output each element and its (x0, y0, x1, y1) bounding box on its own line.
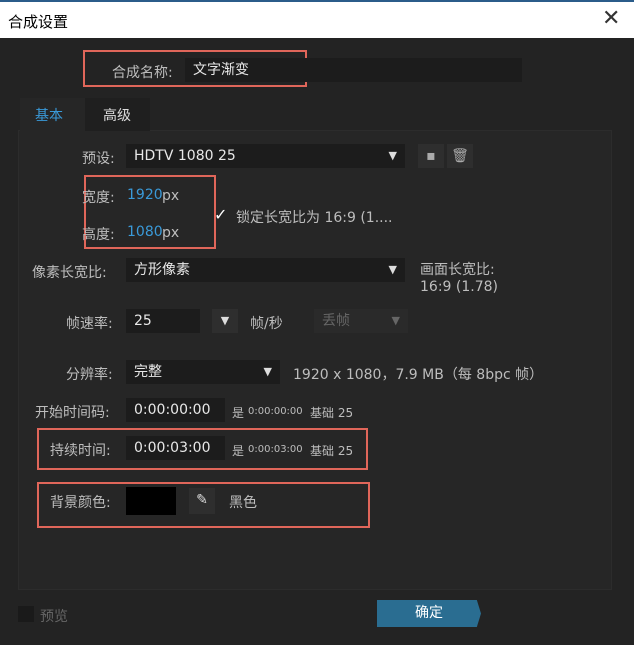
resolution-info: 1920 x 1080，7.9 MB（每 8bpc 帧） (293, 367, 544, 383)
width-label: 宽度: (82, 190, 115, 206)
start-timecode-label: 开始时间码: (35, 405, 110, 421)
save-preset-icon[interactable]: ▪ (418, 144, 444, 168)
lock-aspect-checkbox[interactable]: ✓ (214, 205, 227, 224)
bg-color-swatch[interactable] (126, 487, 176, 515)
close-icon[interactable]: ✕ (602, 6, 620, 31)
pixel-aspect-value: 方形像素 (134, 262, 190, 278)
preset-label: 预设: (82, 151, 115, 167)
bg-color-label: 背景颜色: (50, 495, 111, 511)
preview-label: 预览 (40, 609, 68, 625)
dialog-title: 合成设置 (8, 13, 69, 31)
frame-rate-chevron-icon[interactable]: ▼ (212, 309, 238, 333)
drop-frame-value: 丢帧 (322, 313, 350, 329)
frame-aspect-label: 画面长宽比: (420, 262, 495, 278)
chevron-down-icon: ▼ (388, 149, 397, 162)
resolution-label: 分辨率: (66, 367, 113, 383)
tab-advanced[interactable]: 高级 (85, 98, 150, 131)
frame-rate-unit: 帧/秒 (250, 316, 283, 332)
chevron-down-icon: ▼ (388, 263, 397, 276)
height-label: 高度: (82, 227, 115, 243)
lock-aspect-label: 锁定长宽比为 16:9 (1.... (236, 210, 393, 226)
duration-label: 持续时间: (50, 443, 111, 459)
start-timecode-input[interactable]: 0:00:00:00 (126, 398, 225, 422)
frame-rate-label: 帧速率: (66, 316, 113, 332)
resolution-value: 完整 (134, 364, 162, 380)
chevron-down-icon: ▼ (263, 365, 272, 378)
start-base: 基础 25 (310, 406, 354, 420)
tab-basic[interactable]: 基本 (20, 98, 85, 131)
duration-base: 基础 25 (310, 444, 354, 458)
width-unit: px (162, 188, 180, 204)
duration-input[interactable]: 0:00:03:00 (126, 436, 225, 460)
start-is-value: 0:00:00:00 (248, 406, 303, 417)
trash-icon[interactable]: 🗑 (447, 144, 473, 168)
duration-is-value: 0:00:03:00 (248, 444, 303, 455)
ok-button[interactable]: 确定 (377, 600, 481, 627)
resolution-dropdown[interactable]: 完整 ▼ (126, 360, 280, 384)
pixel-aspect-label: 像素长宽比: (32, 265, 107, 281)
preset-dropdown[interactable]: HDTV 1080 25 ▼ (126, 144, 405, 168)
preview-checkbox[interactable] (18, 606, 34, 622)
height-value[interactable]: 1080 (127, 224, 163, 240)
duration-is: 是 (232, 444, 245, 458)
comp-name-label: 合成名称: (112, 65, 173, 81)
preset-value: HDTV 1080 25 (134, 148, 236, 164)
eyedropper-icon[interactable]: ✎ (189, 488, 215, 514)
height-unit: px (162, 225, 180, 241)
width-value[interactable]: 1920 (127, 187, 163, 203)
drop-frame-dropdown[interactable]: 丢帧 ▼ (314, 309, 408, 333)
chevron-down-icon: ▼ (391, 314, 400, 327)
comp-name-input[interactable]: 文字渐变 (185, 58, 522, 82)
frame-rate-input[interactable]: 25 (126, 309, 200, 333)
start-is: 是 (232, 406, 245, 420)
title-bar: 合成设置 ✕ (0, 2, 634, 38)
frame-aspect-value: 16:9 (1.78) (420, 279, 498, 295)
bg-color-name: 黑色 (229, 495, 257, 511)
pixel-aspect-dropdown[interactable]: 方形像素 ▼ (126, 258, 405, 282)
